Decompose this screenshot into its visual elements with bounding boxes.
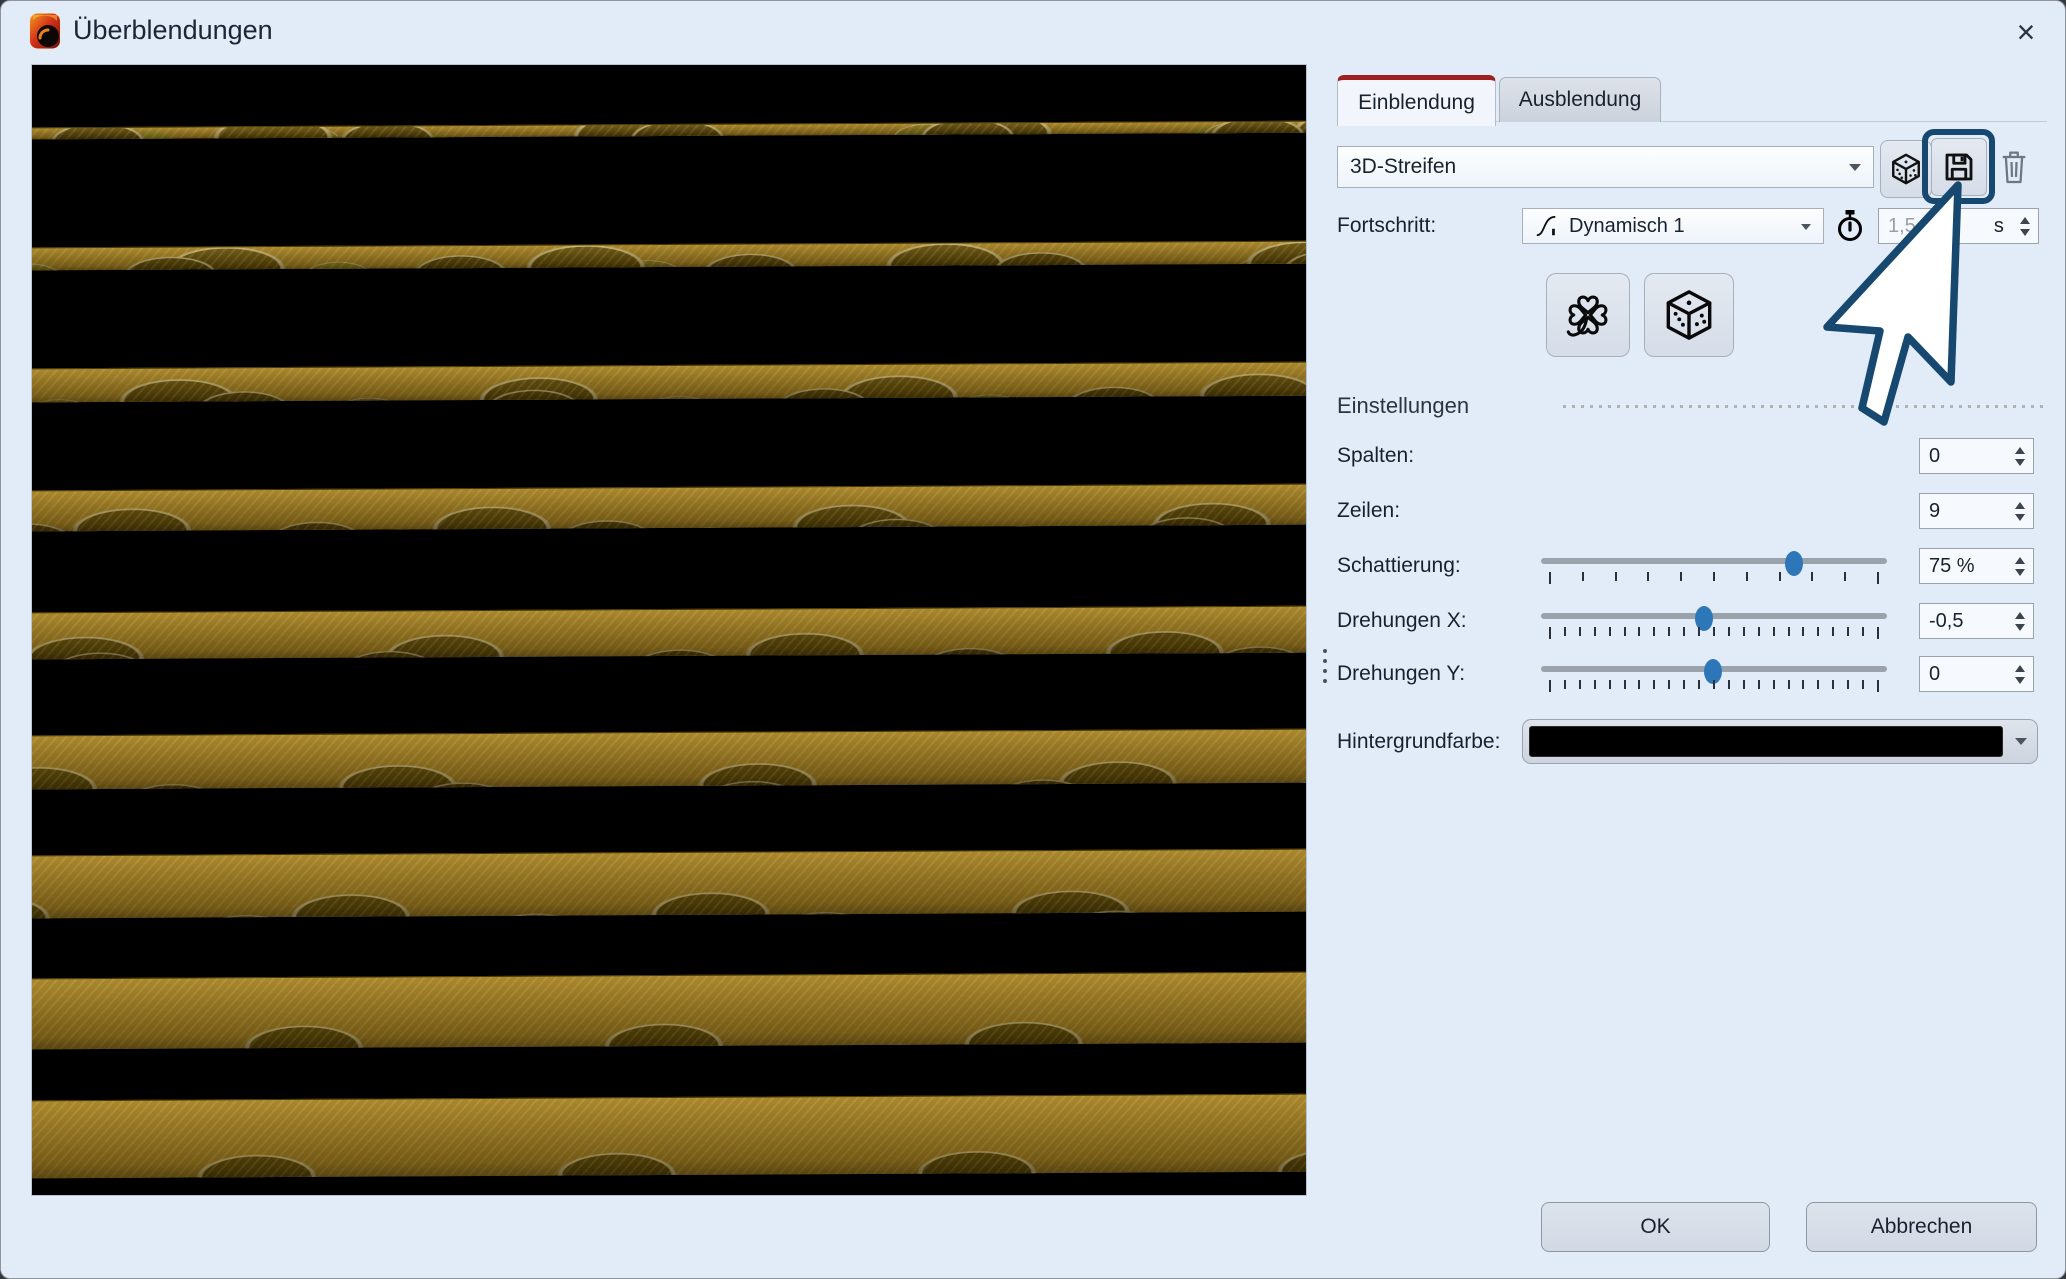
spalten-label: Spalten: bbox=[1337, 444, 1414, 468]
spinner-arrows[interactable] bbox=[2012, 209, 2038, 243]
chevron-down-icon bbox=[1849, 164, 1861, 177]
slider-track[interactable] bbox=[1541, 613, 1887, 619]
caret-up-icon[interactable] bbox=[2015, 552, 2025, 564]
drehungen-y-slider[interactable] bbox=[1541, 658, 1887, 694]
fortschritt-label: Fortschritt: bbox=[1337, 214, 1436, 238]
preset-value: 3D-Streifen bbox=[1350, 155, 1456, 179]
schattierung-slider[interactable] bbox=[1541, 550, 1887, 586]
duration-spinner[interactable]: 1,5 s bbox=[1878, 208, 2039, 244]
section-divider bbox=[1563, 405, 2047, 408]
drehungen-y-value: 0 bbox=[1929, 663, 1940, 686]
panel-splitter-handle[interactable] bbox=[1319, 649, 1331, 683]
color-dropdown[interactable] bbox=[2005, 720, 2037, 763]
close-icon[interactable]: × bbox=[2003, 13, 2049, 51]
spinner-arrows[interactable] bbox=[2007, 439, 2033, 473]
drehungen-y-spinner[interactable]: 0 bbox=[1919, 656, 2034, 692]
randomize-button[interactable] bbox=[1644, 273, 1734, 357]
four-leaf-clover-icon bbox=[1561, 288, 1615, 342]
caret-down-icon[interactable] bbox=[2015, 459, 2025, 471]
progress-curve-combobox[interactable]: Dynamisch 1 bbox=[1522, 208, 1824, 244]
caret-up-icon[interactable] bbox=[2015, 660, 2025, 672]
preview-stripe bbox=[31, 972, 1307, 1050]
schattierung-value: 75 % bbox=[1929, 555, 1975, 578]
hintergrundfarbe-label: Hintergrundfarbe: bbox=[1337, 730, 1500, 754]
tab-ausblendung[interactable]: Ausblendung bbox=[1499, 77, 1661, 122]
drehungen-y-label: Drehungen Y: bbox=[1337, 662, 1465, 686]
preset-random-button[interactable] bbox=[1880, 140, 1932, 198]
preview-stripe bbox=[31, 1093, 1307, 1178]
spinner-arrows[interactable] bbox=[2007, 604, 2033, 638]
titlebar: Überblendungen × bbox=[1, 1, 2065, 61]
preview-stripe bbox=[31, 606, 1307, 660]
zeilen-label: Zeilen: bbox=[1337, 499, 1400, 523]
background-color-swatch bbox=[1529, 726, 2003, 757]
caret-up-icon[interactable] bbox=[2015, 607, 2025, 619]
trash-icon bbox=[1999, 148, 2029, 186]
window-title: Überblendungen bbox=[73, 15, 273, 46]
tab-einblendung[interactable]: Einblendung bbox=[1337, 75, 1496, 126]
dice-icon bbox=[1889, 152, 1923, 186]
drehungen-x-slider[interactable] bbox=[1541, 605, 1887, 641]
schattierung-label: Schattierung: bbox=[1337, 554, 1461, 578]
transition-preview bbox=[31, 64, 1307, 1196]
slider-ticks bbox=[1549, 627, 1879, 639]
duration-value: 1,5 bbox=[1888, 215, 1916, 238]
preview-stripe bbox=[31, 849, 1307, 919]
drehungen-x-spinner[interactable]: -0,5 bbox=[1919, 603, 2034, 639]
schattierung-spinner[interactable]: 75 % bbox=[1919, 548, 2034, 584]
spinner-arrows[interactable] bbox=[2007, 549, 2033, 583]
spinner-arrows[interactable] bbox=[2007, 494, 2033, 528]
ok-button[interactable]: OK bbox=[1541, 1202, 1770, 1252]
spinner-arrows[interactable] bbox=[2007, 657, 2033, 691]
slider-ticks bbox=[1549, 572, 1879, 584]
progress-curve-value: Dynamisch 1 bbox=[1569, 215, 1685, 238]
chevron-down-icon bbox=[1801, 224, 1811, 235]
preset-delete-button[interactable] bbox=[1999, 148, 2029, 188]
stopwatch-icon bbox=[1835, 209, 1865, 243]
caret-down-icon[interactable] bbox=[2015, 677, 2025, 689]
preview-stripe bbox=[31, 120, 1307, 139]
caret-up-icon[interactable] bbox=[2020, 212, 2030, 224]
spalten-value: 0 bbox=[1929, 445, 1940, 468]
app-icon bbox=[29, 12, 61, 50]
preview-stripe bbox=[31, 484, 1307, 532]
zeilen-value: 9 bbox=[1929, 500, 1940, 523]
caret-down-icon[interactable] bbox=[2020, 229, 2030, 241]
drehungen-x-value: -0,5 bbox=[1929, 610, 1963, 633]
background-color-button[interactable] bbox=[1522, 719, 2038, 764]
dialog-window: Überblendungen × Einblendung Ausblendung… bbox=[0, 0, 2066, 1279]
preview-stripe bbox=[31, 241, 1307, 271]
spalten-spinner[interactable]: 0 bbox=[1919, 438, 2034, 474]
caret-down-icon[interactable] bbox=[2015, 514, 2025, 526]
zeilen-spinner[interactable]: 9 bbox=[1919, 493, 2034, 529]
caret-up-icon[interactable] bbox=[2015, 442, 2025, 454]
preset-combobox[interactable]: 3D-Streifen bbox=[1337, 146, 1874, 188]
chevron-down-icon bbox=[2015, 738, 2027, 751]
duration-unit: s bbox=[1994, 215, 2004, 238]
luck-button[interactable] bbox=[1546, 273, 1630, 357]
drehungen-x-label: Drehungen X: bbox=[1337, 609, 1467, 633]
preset-save-button[interactable] bbox=[1931, 138, 1987, 196]
floppy-disk-icon bbox=[1941, 149, 1977, 185]
settings-section-title: Einstellungen bbox=[1337, 393, 1469, 419]
preview-stripe bbox=[31, 361, 1307, 402]
caret-up-icon[interactable] bbox=[2015, 497, 2025, 509]
cancel-button[interactable]: Abbrechen bbox=[1806, 1202, 2037, 1252]
sigmoid-curve-icon bbox=[1535, 214, 1559, 238]
slider-ticks bbox=[1549, 680, 1879, 692]
slider-track[interactable] bbox=[1541, 558, 1887, 564]
dice-3d-icon bbox=[1661, 287, 1717, 343]
preview-stripe bbox=[31, 728, 1307, 789]
caret-down-icon[interactable] bbox=[2015, 624, 2025, 636]
caret-down-icon[interactable] bbox=[2015, 569, 2025, 581]
